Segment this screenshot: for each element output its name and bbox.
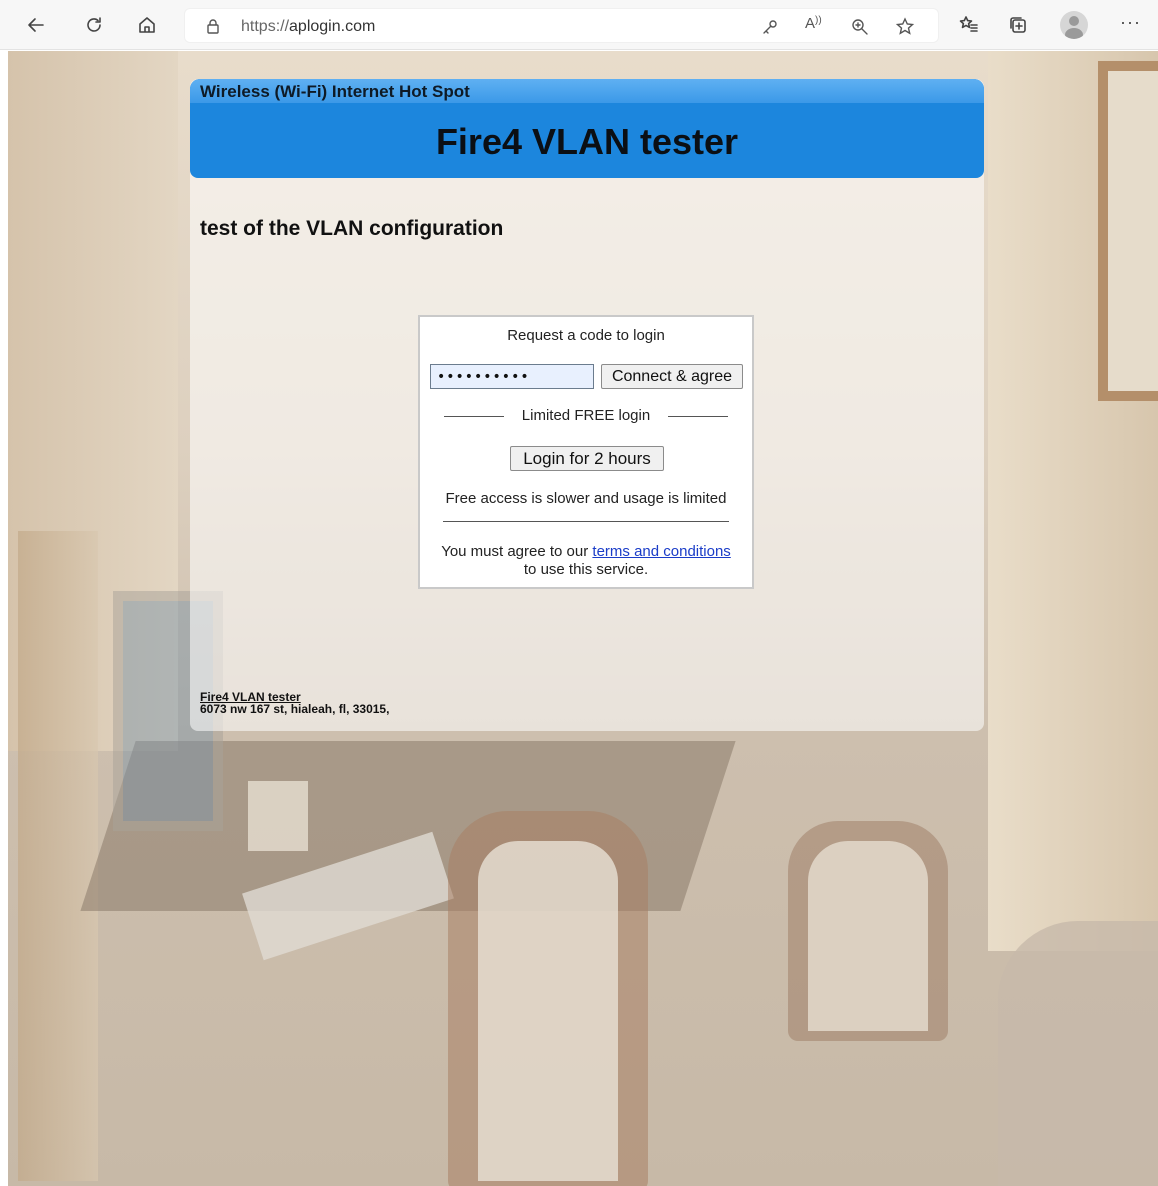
address-bar[interactable]: https://aplogin.com A)) [184,8,939,43]
background-lamp [248,781,308,851]
home-icon[interactable] [131,9,163,41]
read-aloud-icon[interactable]: A)) [805,15,825,35]
footer-address: 6073 nw 167 st, hialeah, fl, 33015, [200,702,390,716]
portal-panel: Wireless (Wi-Fi) Internet Hot Spot Fire4… [190,79,984,731]
browser-toolbar: https://aplogin.com A)) ··· [0,0,1158,50]
more-icon[interactable]: ··· [1120,12,1141,33]
favorite-add-icon[interactable] [895,17,915,37]
page-subtitle: test of the VLAN configuration [200,217,504,240]
footer: Fire4 VLAN tester 6073 nw 167 st, hialea… [200,691,389,715]
code-input[interactable] [430,364,594,389]
zoom-icon[interactable] [850,17,870,37]
terms-suffix: to use this service. [523,561,649,578]
favorites-icon[interactable] [953,9,985,41]
read-aloud-label: A [805,15,816,32]
background-chair-back [808,841,928,1031]
terms-prefix: You must agree to our [441,543,589,560]
login-2-hours-button[interactable]: Login for 2 hours [510,446,664,471]
background-chair-back [478,841,618,1181]
free-access-note: Free access is slower and usage is limit… [445,490,727,507]
terms-text: You must agree to our terms and conditio… [420,543,752,579]
hotspot-label: Wireless (Wi-Fi) Internet Hot Spot [200,82,470,101]
key-icon[interactable] [760,17,780,37]
url-text[interactable]: https://aplogin.com [241,18,375,36]
divider-line [668,416,728,417]
url-protocol: https:// [241,18,290,35]
background-picture-frame [1098,61,1158,401]
connect-agree-button[interactable]: Connect & agree [601,364,743,389]
background-curtain [18,531,98,1181]
profile-icon[interactable] [1060,11,1088,39]
page-viewport: Wireless (Wi-Fi) Internet Hot Spot Fire4… [8,51,1158,1186]
request-code-text: Request a code to login [507,327,665,344]
terms-link[interactable]: terms and conditions [592,543,730,560]
free-login-divider: Limited FREE login [420,406,752,426]
url-host: aplogin.com [289,18,376,35]
login-box: Request a code to login Connect & agree … [418,315,754,589]
back-icon[interactable] [20,9,52,41]
collections-icon[interactable] [1002,9,1034,41]
background-chair [998,921,1158,1186]
divider-line [443,521,729,522]
page-title: Fire4 VLAN tester [435,121,739,162]
refresh-icon[interactable] [78,9,110,41]
portal-header: Wireless (Wi-Fi) Internet Hot Spot Fire4… [190,79,984,178]
lock-icon[interactable] [205,18,221,34]
